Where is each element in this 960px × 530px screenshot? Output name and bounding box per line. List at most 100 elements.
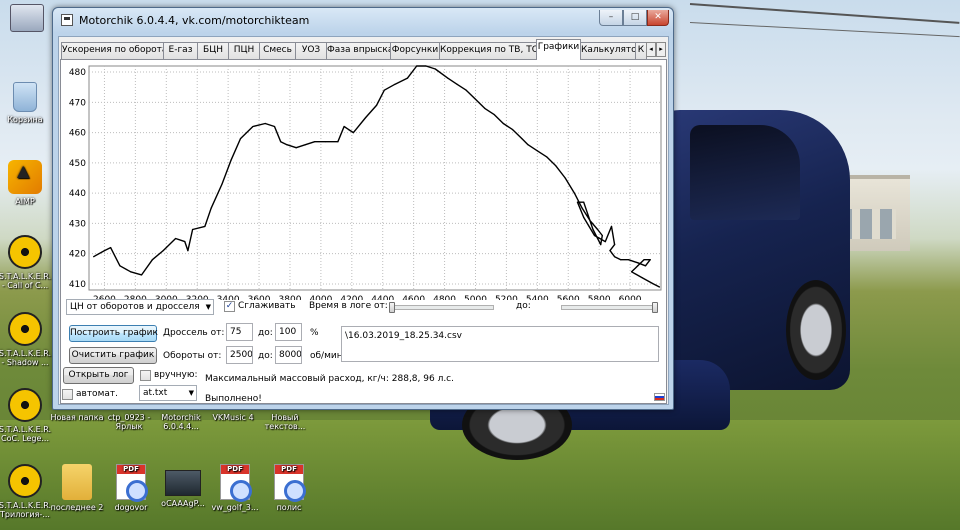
tab-e-gas[interactable]: E-газ xyxy=(163,42,198,59)
data-point xyxy=(511,128,514,131)
data-point xyxy=(583,216,585,218)
desktop-icon-folder-last[interactable]: последнее 2 xyxy=(50,464,104,512)
throttle-from-input[interactable]: 75 xyxy=(226,323,253,341)
log-time-to-slider-thumb[interactable] xyxy=(652,302,658,313)
data-point xyxy=(286,144,288,146)
tab-injectors[interactable]: Форсунки xyxy=(390,42,440,59)
data-point xyxy=(264,122,266,125)
file-select[interactable]: at.txt ▼ xyxy=(139,385,197,401)
data-point xyxy=(314,141,316,143)
close-button[interactable]: ✕ xyxy=(647,10,669,26)
desktop-icon-label: Корзина xyxy=(7,115,43,124)
desktop-icon-vw-golf[interactable]: vw_golf_3... xyxy=(208,464,262,512)
data-point xyxy=(434,68,436,70)
data-point xyxy=(93,256,95,258)
tab-correction[interactable]: Коррекция по ТВ, ТОЖ xyxy=(439,42,537,59)
desktop-icon-motorchik[interactable]: Motorchik 6.0.4.4... xyxy=(154,413,208,431)
data-point xyxy=(536,150,538,152)
title-bar[interactable]: Motorchik 6.0.4.4, vk.com/motorchikteam … xyxy=(53,8,673,33)
data-point xyxy=(352,131,354,134)
maximize-button[interactable]: □ xyxy=(623,10,647,26)
data-point xyxy=(103,250,106,252)
manual-checkbox[interactable] xyxy=(140,370,151,381)
computer-icon xyxy=(10,4,44,32)
tab-injection-phase[interactable]: Фаза впрыска xyxy=(326,42,391,59)
plot-area xyxy=(88,65,662,291)
desktop-icon-label: ctp_0923 - Ярлык xyxy=(107,413,151,431)
language-flag-icon[interactable] xyxy=(654,393,665,401)
desktop-icon-stalker-coc[interactable]: S.T.A.L.K.E.R. - Call of C... xyxy=(0,235,52,290)
desktop-icon-label: dogovor xyxy=(114,503,148,512)
rpm-to-label: до: xyxy=(258,351,273,361)
clear-chart-button[interactable]: Очистить график xyxy=(69,347,157,364)
data-point xyxy=(583,201,585,203)
tab-mixture[interactable]: Смесь xyxy=(259,42,296,59)
desktop-icon-dogovor[interactable]: dogovor xyxy=(104,464,158,512)
desktop-icon-vkmusic[interactable]: VKMusic 4 xyxy=(206,413,260,422)
data-point xyxy=(140,274,143,276)
log-time-to-slider-track[interactable] xyxy=(561,305,658,310)
rpm-to-input[interactable]: 8000 xyxy=(275,346,302,364)
desktop-icon-label: последнее 2 xyxy=(50,503,104,512)
throttle-to-input[interactable]: 100 xyxy=(275,323,302,341)
data-point xyxy=(600,243,602,246)
x-tick-label: 3600 xyxy=(248,295,271,300)
tab-graphs[interactable]: Графики xyxy=(536,39,581,60)
pdf-icon xyxy=(274,464,306,502)
data-point xyxy=(221,183,223,185)
desktop-icon-car-image[interactable]: oCAAAgP... xyxy=(156,464,210,508)
tab-calculator[interactable]: Калькулятор xyxy=(580,42,636,59)
tab-scroll-right-icon[interactable]: ▸ xyxy=(656,42,666,57)
data-point xyxy=(230,159,232,161)
data-point xyxy=(555,165,557,167)
smooth-checkbox[interactable]: ✓ xyxy=(224,301,235,312)
throttle-to-label: до: xyxy=(258,328,273,338)
tab-bcn[interactable]: БЦН xyxy=(197,42,229,59)
data-point xyxy=(593,234,596,237)
desktop-icon-label: vw_golf_3... xyxy=(211,503,259,512)
desktop-icon-label: полис xyxy=(276,503,302,512)
open-log-button[interactable]: Открыть лог xyxy=(63,367,134,384)
desktop-icon-new-text[interactable]: Новый текстов... xyxy=(258,413,312,431)
data-point xyxy=(425,65,427,67)
x-tick-label: 5200 xyxy=(495,295,518,300)
data-point xyxy=(383,89,385,91)
tab-rpm-acceleration[interactable]: Ускорения по оборотам xyxy=(61,42,164,59)
data-point xyxy=(348,128,350,131)
desktop-icon-stalker-legends[interactable]: S.T.A.L.K.E.R. CoC. Lege... xyxy=(0,388,52,443)
desktop-icon-new-folder[interactable]: Новая папка xyxy=(50,413,104,422)
x-tick-label: 4000 xyxy=(309,295,332,300)
desktop-icon-polis[interactable]: полис xyxy=(262,464,316,512)
rpm-from-input[interactable]: 2500 xyxy=(226,346,253,364)
desktop-icon-recycle-bin[interactable]: Корзина xyxy=(0,82,52,124)
log-time-from-slider-thumb[interactable] xyxy=(389,302,395,313)
build-chart-button[interactable]: Построить график xyxy=(69,325,158,342)
tab-pcn[interactable]: ПЦН xyxy=(228,42,260,59)
data-point xyxy=(658,286,661,288)
chart-mode-select[interactable]: ЦН от оборотов и дросселя ▼ xyxy=(66,299,214,315)
data-point xyxy=(280,141,282,143)
data-point xyxy=(502,122,504,125)
data-point xyxy=(589,219,591,221)
desktop-icon-stalker-shadow[interactable]: S.T.A.L.K.E.R. - Shadow ... xyxy=(0,312,52,367)
desktop-icon-computer[interactable] xyxy=(0,4,54,35)
x-tick-label: 3800 xyxy=(279,295,302,300)
log-file-textbox[interactable]: \16.03.2019_18.25.34.csv xyxy=(341,326,659,362)
data-point xyxy=(447,77,449,79)
minimize-button[interactable]: – xyxy=(599,10,623,26)
data-point xyxy=(295,147,297,149)
auto-checkbox[interactable] xyxy=(62,389,73,400)
data-point xyxy=(627,259,630,261)
desktop-icon-ctp-shortcut[interactable]: ctp_0923 - Ярлык xyxy=(102,413,156,431)
tab-scroll: ◂ ▸ xyxy=(646,42,667,57)
log-time-from-slider-track[interactable] xyxy=(389,305,494,310)
x-tick-label: 6000 xyxy=(619,295,642,300)
stalker-icon xyxy=(8,235,42,269)
tab-scroll-left-icon[interactable]: ◂ xyxy=(646,42,656,57)
data-point xyxy=(394,83,396,85)
tab-uoz[interactable]: УОЗ xyxy=(295,42,327,59)
data-point xyxy=(337,141,339,143)
desktop-icon-stalker-trilogy[interactable]: S.T.A.L.K.E.R. Трилогия-... xyxy=(0,464,52,519)
desktop-icon-aimp[interactable]: AIMP xyxy=(0,160,52,206)
data-point xyxy=(119,265,121,267)
